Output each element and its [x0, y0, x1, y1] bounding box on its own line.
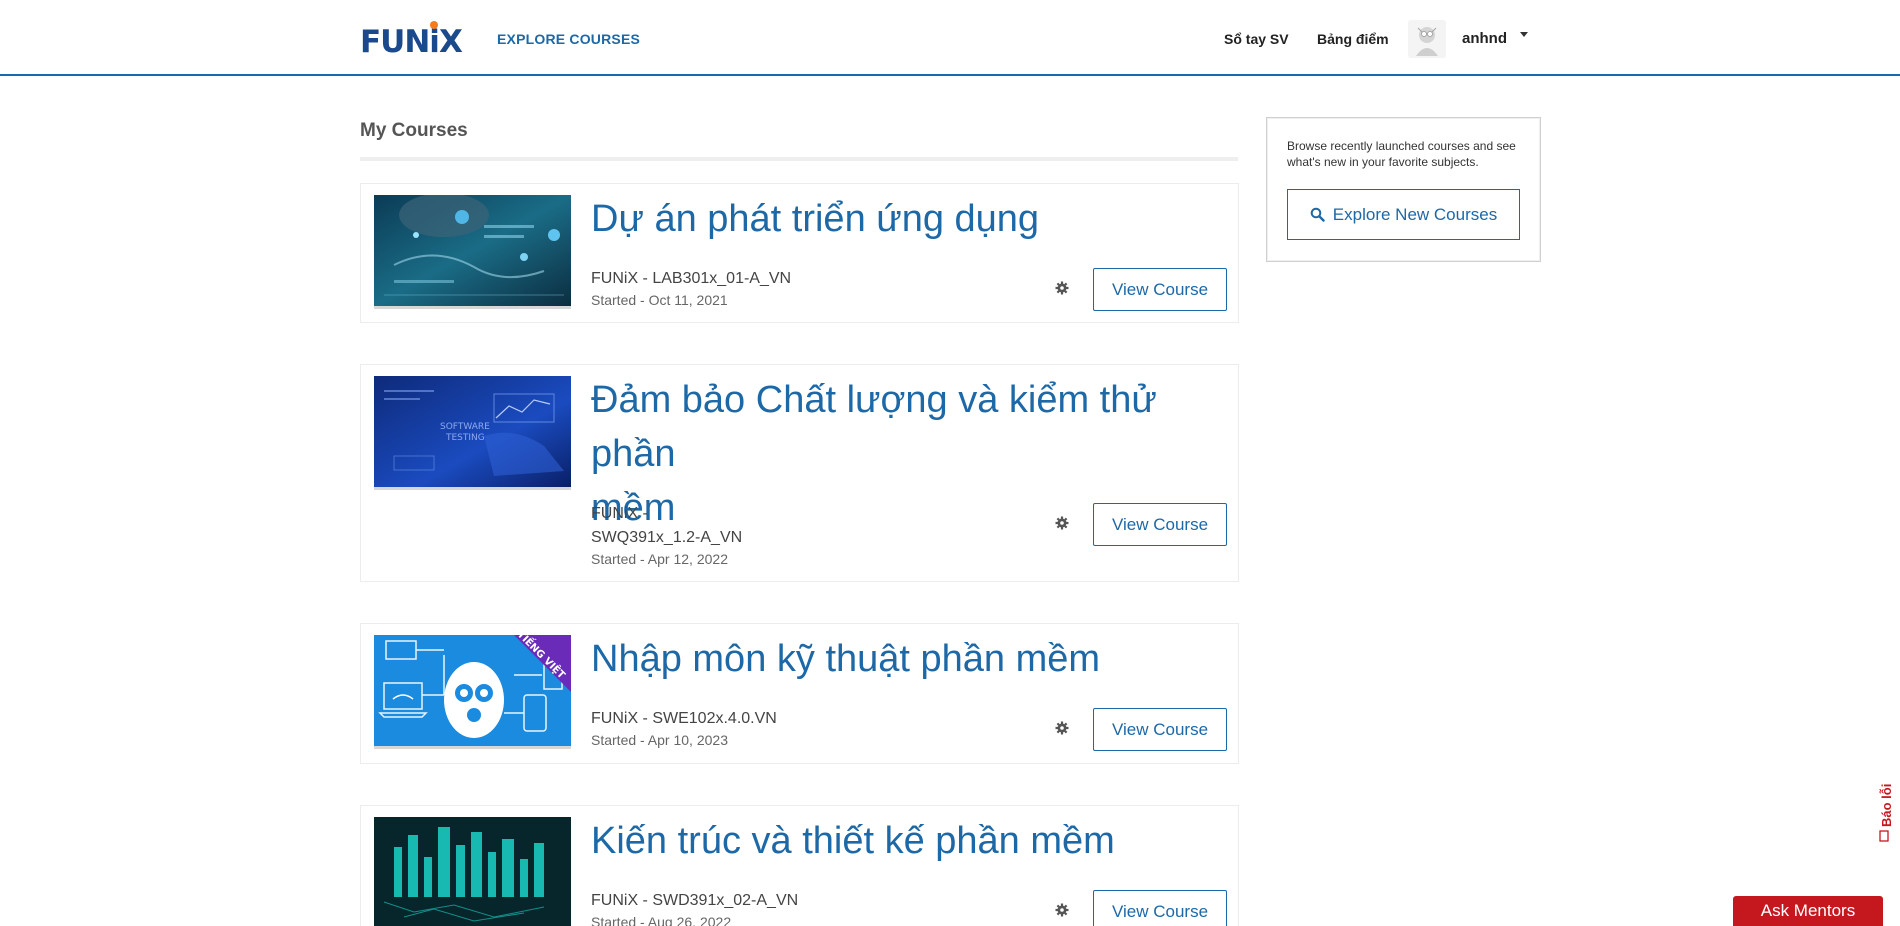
- report-bug-tab[interactable]: Báo lỗi: [1876, 770, 1898, 850]
- course-thumbnail[interactable]: [374, 195, 571, 309]
- course-card: TIẾNG VIỆT Nhập môn kỹ thuật phần mềm FU…: [360, 623, 1239, 764]
- course-code: FUNiX - SWQ391x_1.2-A_VN: [591, 502, 742, 550]
- comment-icon: [1879, 830, 1889, 842]
- thumb-text-line2: TESTING: [445, 433, 485, 443]
- sidebar-description: Browse recently launched courses and see…: [1287, 139, 1516, 169]
- course-image-app-dev: [374, 195, 571, 306]
- explore-button-label: Explore New Courses: [1332, 204, 1498, 224]
- course-start-date: Started - Apr 10, 2023: [591, 732, 728, 748]
- course-thumbnail[interactable]: SOFTWARE TESTING: [374, 376, 571, 490]
- report-bug-text: Báo lỗi: [1879, 784, 1894, 827]
- course-start-date: Started - Apr 12, 2022: [591, 551, 728, 567]
- avatar-image: [1408, 20, 1446, 58]
- nav-explore-courses[interactable]: EXPLORE COURSES: [497, 31, 640, 47]
- user-menu-caret-icon[interactable]: [1520, 32, 1528, 37]
- course-thumbnail[interactable]: TIẾNG VIỆT: [374, 635, 571, 749]
- view-course-button[interactable]: View Course: [1093, 268, 1227, 311]
- view-course-button[interactable]: View Course: [1093, 708, 1227, 751]
- course-card: Kiến trúc và thiết kế phần mềm FUNiX - S…: [360, 805, 1239, 926]
- course-title[interactable]: Dự án phát triển ứng dụng: [591, 192, 1039, 246]
- course-card: SOFTWARE TESTING Đảm bảo Chất lượng và k…: [360, 364, 1239, 582]
- course-title-line1: Đảm bảo Chất lượng và kiểm thử phần: [591, 379, 1157, 475]
- course-code: FUNiX - LAB301x_01-A_VN: [591, 270, 792, 287]
- ask-mentors-button[interactable]: Ask Mentors: [1733, 896, 1883, 926]
- explore-new-courses-button[interactable]: Explore New Courses: [1287, 189, 1520, 240]
- nav-so-tay-sv[interactable]: Sổ tay SV: [1224, 31, 1289, 47]
- course-code-line2: SWQ391x_1.2-A_VN: [591, 529, 743, 546]
- search-icon: [1310, 207, 1325, 222]
- username[interactable]: anhnd: [1462, 30, 1507, 47]
- course-image-intro-se: TIẾNG VIỆT: [374, 635, 571, 746]
- thumb-text-line1: SOFTWARE: [440, 422, 490, 432]
- nav-bang-diem[interactable]: Bảng điểm: [1317, 31, 1389, 47]
- logo-dot: [430, 21, 439, 29]
- explore-sidebar-box: Browse recently launched courses and see…: [1266, 117, 1541, 262]
- view-course-button[interactable]: View Course: [1093, 890, 1227, 926]
- course-card: Dự án phát triển ứng dụng FUNiX - LAB301…: [360, 183, 1239, 323]
- course-image-architecture: [374, 817, 571, 926]
- course-code-line1: FUNiX -: [591, 505, 648, 522]
- title-divider: [360, 157, 1238, 161]
- course-start-date: Started - Aug 26, 2022: [591, 914, 732, 926]
- course-start-date: Started - Oct 11, 2021: [591, 292, 728, 308]
- course-code: FUNiX - SWD391x_02-A_VN: [591, 892, 799, 909]
- gear-icon[interactable]: [1055, 903, 1069, 917]
- gear-icon[interactable]: [1055, 516, 1069, 530]
- gear-icon[interactable]: [1055, 281, 1069, 295]
- funix-logo[interactable]: FUNi X: [360, 21, 463, 60]
- course-title[interactable]: Nhập môn kỹ thuật phần mềm: [591, 632, 1100, 686]
- report-bug-vertical-label: Báo lỗi: [1879, 784, 1894, 842]
- site-header: FUNi X EXPLORE COURSES Sổ tay SV Bảng điể…: [0, 0, 1900, 76]
- page-title: My Courses: [360, 120, 468, 141]
- course-image-software-testing: SOFTWARE TESTING: [374, 376, 571, 487]
- gear-icon[interactable]: [1055, 721, 1069, 735]
- user-avatar[interactable]: [1408, 20, 1446, 58]
- course-code: FUNiX - SWE102x.4.0.VN: [591, 710, 777, 727]
- course-title[interactable]: Kiến trúc và thiết kế phần mềm: [591, 814, 1115, 868]
- view-course-button[interactable]: View Course: [1093, 503, 1227, 546]
- course-thumbnail[interactable]: [374, 817, 571, 926]
